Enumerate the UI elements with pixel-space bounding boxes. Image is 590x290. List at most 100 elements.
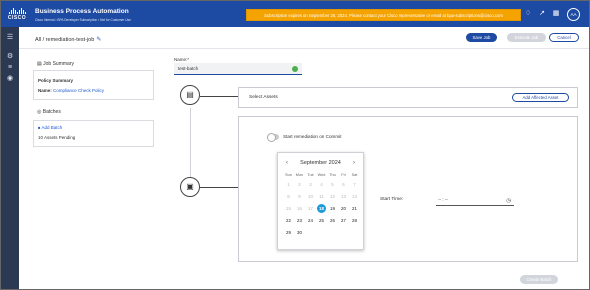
weekday-label: Fri bbox=[341, 173, 346, 177]
calendar-day: 1 bbox=[287, 182, 290, 187]
document-icon: ▤ bbox=[37, 61, 42, 67]
calendar-day: 5 bbox=[331, 182, 334, 187]
left-nav: ☰ ⚙ ≡ ◉ bbox=[1, 27, 19, 289]
calendar-week-row: 1 2 3 4 5 6 7 bbox=[283, 179, 360, 191]
page-toolbar: All / remediation-test-job ✎ Save Job Exe… bbox=[19, 27, 589, 49]
app-title: Business Process Automation bbox=[35, 8, 129, 15]
assets-pending-text: 10 Assets Pending bbox=[38, 135, 76, 140]
date-picker-popup: ‹ September 2024 › Sun Mon Tue Wed Thu Fri Sat… bbox=[277, 152, 364, 250]
calendar-week-row: 22 23 24 25 26 27 28 bbox=[283, 215, 360, 227]
weekday-label: Tue bbox=[307, 173, 314, 177]
radio-target-icon: ◎ bbox=[37, 109, 42, 115]
policy-summary-label: Policy Summary bbox=[38, 78, 74, 83]
remediation-toggle-label: Start remediation on Commit bbox=[283, 134, 342, 139]
calendar-empty-cell bbox=[316, 227, 327, 239]
start-time-input[interactable]: -- : -- ◷ bbox=[436, 195, 514, 206]
calendar-day[interactable]: 25 bbox=[316, 215, 327, 227]
clock-icon[interactable]: ◷ bbox=[506, 196, 511, 206]
app-subtitle: Cisco Internal • BPA Developer Subscript… bbox=[35, 18, 131, 22]
batches-title: ◎ Batches bbox=[37, 109, 61, 115]
cisco-wordmark: CISCO bbox=[7, 15, 27, 21]
calendar-empty-cell bbox=[338, 227, 349, 239]
calendar-day: 3 bbox=[309, 182, 312, 187]
calendar-day[interactable]: 24 bbox=[305, 215, 316, 227]
weekday-label: Mon bbox=[295, 173, 304, 177]
calendar-empty-cell bbox=[327, 227, 338, 239]
weekday-label: Sun bbox=[285, 173, 292, 177]
create-batch-button[interactable]: Create Batch bbox=[520, 275, 558, 284]
calendar-empty-cell bbox=[349, 227, 360, 239]
assets-connector bbox=[200, 96, 238, 97]
calendar-empty-cell bbox=[305, 227, 316, 239]
menu-icon[interactable]: ☰ bbox=[5, 34, 15, 42]
step-line bbox=[190, 108, 191, 180]
remediation-toggle[interactable] bbox=[267, 133, 279, 142]
calendar-day[interactable]: 23 bbox=[294, 215, 305, 227]
calendar-day: 4 bbox=[320, 182, 323, 187]
select-assets-label: Select Assets bbox=[249, 95, 278, 100]
calendar-day[interactable]: 22 bbox=[283, 215, 294, 227]
assets-step-icon: ▤ bbox=[180, 85, 200, 105]
calendar-month-label: September 2024 bbox=[300, 160, 341, 166]
calendar-week-row: 29 30 bbox=[283, 227, 360, 239]
apps-grid-icon[interactable]: ▦ bbox=[552, 10, 560, 18]
external-link-icon[interactable]: ↗ bbox=[538, 10, 546, 18]
next-month-chevron-icon[interactable]: › bbox=[353, 160, 355, 166]
calendar-day: 8 bbox=[287, 194, 290, 199]
calendar-day[interactable]: 19 bbox=[327, 203, 338, 215]
batch-name-input[interactable]: test-batch bbox=[174, 63, 302, 75]
policy-summary-card: Policy Summary Name: Compliance Check Po… bbox=[33, 70, 154, 100]
calendar-day: 6 bbox=[342, 182, 345, 187]
batch-name-value: test-batch bbox=[178, 66, 199, 71]
calendar-day: 9 bbox=[298, 194, 301, 199]
calendar-day: 12 bbox=[330, 194, 335, 199]
name-label: Name:* bbox=[174, 57, 190, 62]
cisco-logo-bars bbox=[7, 7, 27, 14]
calendar-day: 7 bbox=[353, 182, 356, 187]
schedule-connector bbox=[200, 187, 238, 188]
calendar-week-row: 15 16 17 18 19 20 21 bbox=[283, 203, 360, 215]
calendar-day: 2 bbox=[298, 182, 301, 187]
calendar-day[interactable]: 20 bbox=[338, 203, 349, 215]
subscription-banner: Subscription expires on September 26, 20… bbox=[246, 9, 521, 21]
batch-card: ■ Add Batch 10 Assets Pending bbox=[33, 120, 154, 147]
edit-pencil-icon[interactable]: ✎ bbox=[96, 37, 101, 43]
calendar-day[interactable]: 21 bbox=[349, 203, 360, 215]
selected-day-marker: 18 bbox=[317, 204, 326, 213]
add-batch-link[interactable]: ■ Add Batch bbox=[38, 125, 62, 130]
cancel-button[interactable]: Cancel bbox=[549, 33, 579, 42]
add-affected-asset-button[interactable]: Add Affected Asset bbox=[512, 93, 569, 102]
policy-name-link[interactable]: Compliance Check Policy bbox=[53, 88, 104, 93]
avatar[interactable]: AA bbox=[567, 8, 580, 21]
settings-icon[interactable]: ⚙ bbox=[5, 53, 15, 61]
schedule-step-icon: ▣ bbox=[180, 177, 200, 197]
select-assets-section: Select Assets Add Affected Asset bbox=[238, 87, 578, 108]
list-icon[interactable]: ≡ bbox=[5, 64, 15, 72]
weekday-header-row: Sun Mon Tue Wed Thu Fri Sat bbox=[283, 172, 360, 179]
execute-job-button[interactable]: Execute Job bbox=[507, 33, 546, 42]
weekday-label: Wed bbox=[317, 173, 326, 177]
globe-icon[interactable]: ◉ bbox=[5, 75, 15, 83]
calendar-day-selected[interactable]: 18 bbox=[316, 203, 327, 215]
calendar-day[interactable]: 27 bbox=[338, 215, 349, 227]
start-time-label: Start Time: bbox=[380, 197, 404, 202]
calendar-day: 11 bbox=[319, 194, 324, 199]
app-header: CISCO Business Process Automation Cisco … bbox=[1, 1, 589, 27]
calendar-week-row: 8 9 10 11 12 13 14 bbox=[283, 191, 360, 203]
calendar-day[interactable]: 30 bbox=[294, 227, 305, 239]
breadcrumb-text[interactable]: All / remediation-test-job bbox=[35, 37, 94, 43]
cisco-logo[interactable]: CISCO bbox=[7, 7, 27, 23]
start-time-value: -- : -- bbox=[438, 197, 448, 202]
calendar-grid: Sun Mon Tue Wed Thu Fri Sat 1 2 3 4 5 6 7 8 9 10 11 12 13 14… bbox=[283, 172, 360, 239]
save-job-button[interactable]: Save Job bbox=[466, 33, 497, 42]
calendar-day[interactable]: 28 bbox=[349, 215, 360, 227]
calendar-day: 15 bbox=[286, 206, 291, 211]
weekday-label: Thu bbox=[329, 173, 336, 177]
breadcrumb: All / remediation-test-job ✎ bbox=[35, 36, 101, 43]
bell-icon[interactable]: ♢ bbox=[524, 10, 532, 18]
calendar-day: 14 bbox=[352, 194, 357, 199]
calendar-day[interactable]: 26 bbox=[327, 215, 338, 227]
calendar-day[interactable]: 29 bbox=[283, 227, 294, 239]
calendar-day: 16 bbox=[297, 206, 302, 211]
calendar-day: 13 bbox=[341, 194, 346, 199]
